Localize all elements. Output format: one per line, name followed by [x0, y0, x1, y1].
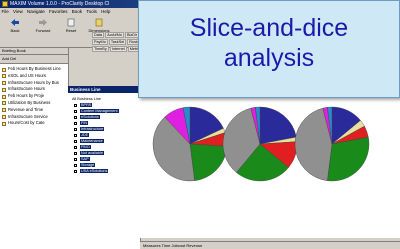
briefing-book-item[interactable]: eSOL and US Hours — [0, 73, 68, 80]
briefing-book-item[interactable]: Infrastructure Service — [0, 114, 68, 121]
briefing-book-list: Feb Hours By Business Line eSOL and US H… — [0, 66, 68, 127]
window-title: MAXIM Volume 1.0.0 - ProClarity Desktop … — [10, 1, 110, 7]
dim-tab[interactable]: PayMo — [92, 39, 108, 45]
forward-button[interactable]: Forward — [30, 17, 56, 37]
dim-tab[interactable]: TimeBy — [92, 46, 109, 52]
dimensions-icon — [95, 18, 103, 27]
dim-tab[interactable]: Internet — [109, 46, 127, 52]
menu-book[interactable]: Book — [70, 9, 83, 14]
pie-chart-grid — [152, 106, 370, 182]
dim-tab[interactable]: Acct#Mo — [105, 32, 124, 38]
menu-help[interactable]: Help — [100, 9, 112, 14]
menu-favorites[interactable]: Favorites — [48, 9, 70, 14]
briefing-book-item[interactable]: Infrastructure Hours by Bus — [0, 80, 68, 87]
briefing-book-item[interactable]: Feb Hours By Business Line — [0, 66, 68, 73]
business-line-header: Business Line — [68, 86, 140, 93]
callout-line-2: analysis — [223, 44, 315, 72]
back-arrow-icon — [11, 19, 19, 26]
menu-file[interactable]: File — [0, 9, 10, 14]
reset-button[interactable]: Reset — [58, 17, 84, 37]
menu-view[interactable]: View — [12, 9, 25, 14]
menu-navigate[interactable]: Navigate — [25, 9, 46, 14]
bottom-dimension-bar: Measures Time Jobcost Revenue — [140, 241, 400, 249]
dim-tab[interactable]: Data — [92, 32, 105, 38]
callout-box: Slice-and-dice analysis — [138, 0, 400, 98]
briefing-book-item[interactable]: Hours/Cost by Cate — [0, 120, 68, 127]
briefing-book-item[interactable]: Revenue and Time — [0, 107, 68, 114]
app-icon — [2, 1, 8, 7]
briefing-book-title: Briefing Book — [0, 48, 68, 55]
forward-arrow-icon — [39, 19, 47, 26]
menu-tools[interactable]: Tools — [85, 9, 99, 14]
briefing-book-item[interactable]: Utilization By Business — [0, 100, 68, 107]
callout-line-1: Slice-and-dice — [189, 14, 349, 42]
briefing-book-item[interactable]: Feb Hours by Proje — [0, 93, 68, 100]
tree-node[interactable]: USA eSolutions — [70, 168, 140, 174]
briefing-book-panel: Briefing Book Add Del Feb Hours By Busin… — [0, 48, 69, 249]
pie-slice[interactable] — [189, 143, 228, 181]
dim-tab[interactable]: BizDir — [124, 32, 140, 38]
slide: MAXIM Volume 1.0.0 - ProClarity Desktop … — [0, 0, 400, 249]
back-button[interactable]: Back — [2, 17, 28, 37]
pie-slice[interactable] — [327, 136, 370, 182]
dim-tab[interactable]: TaskSel — [108, 39, 127, 45]
briefing-book-tools[interactable]: Add Del — [0, 55, 68, 64]
reset-icon — [67, 18, 75, 27]
briefing-book-item[interactable]: Infrastructure Hours — [0, 86, 68, 93]
business-line-tree: All Business Line BPRS Content Managemen… — [70, 96, 140, 174]
